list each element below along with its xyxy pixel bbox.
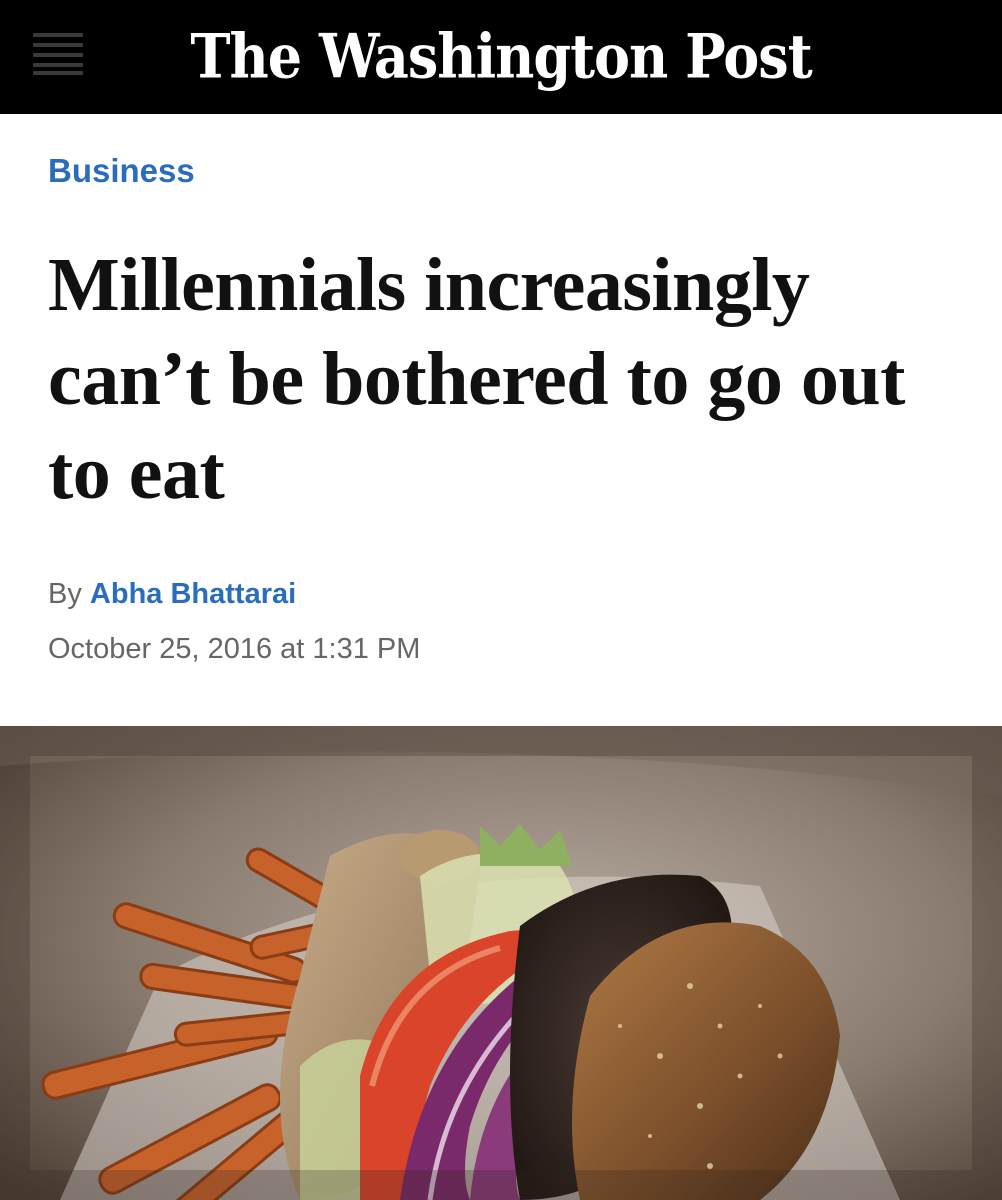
publish-timestamp: October 25, 2016 at 1:31 PM <box>48 633 421 665</box>
top-bar: The Washington Post <box>0 0 1002 114</box>
byline: By Abha Bhattarai <box>48 578 296 611</box>
author-link[interactable]: Abha Bhattarai <box>90 578 296 610</box>
lead-image <box>0 726 1002 1200</box>
hamburger-menu-icon[interactable] <box>33 33 83 75</box>
byline-prefix: By <box>48 578 82 610</box>
article-headline: Millennials increasingly can’t be bother… <box>48 243 905 515</box>
masthead-logo[interactable]: The Washington Post <box>170 9 832 103</box>
section-label[interactable]: Business <box>48 152 195 190</box>
burger-and-sweet-potato-fries-photo <box>0 726 1002 1200</box>
